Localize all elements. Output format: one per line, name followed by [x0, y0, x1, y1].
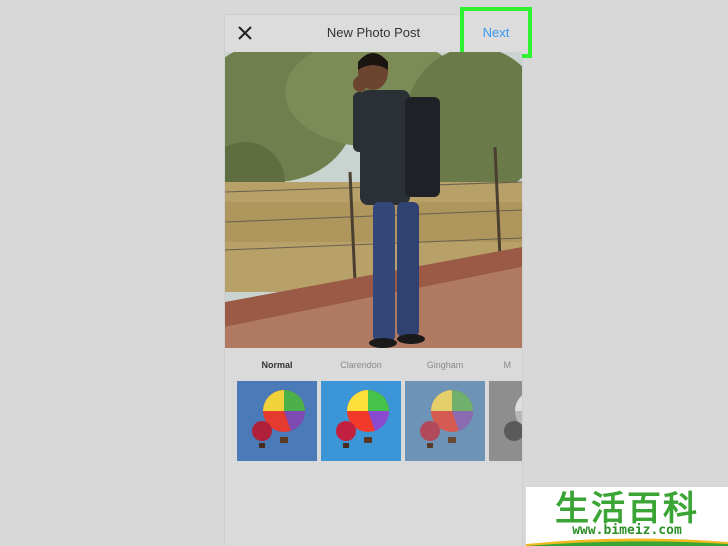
photo-preview [225, 52, 522, 348]
balloon-thumbnail [405, 381, 485, 461]
filter-thumb-partial[interactable] [489, 381, 522, 461]
balloon-thumbnail [321, 381, 401, 461]
watermark: 生活百科 www.bimeiz.com [526, 487, 728, 546]
next-button[interactable]: Next [460, 7, 532, 58]
filter-label-clarendon: Clarendon [340, 360, 382, 370]
watermark-swoosh [526, 538, 728, 546]
filter-thumb-gingham[interactable] [405, 381, 485, 461]
filter-label-gingham: Gingham [426, 360, 464, 370]
next-button-label: Next [482, 25, 510, 40]
balloon-thumbnail [489, 381, 522, 461]
filter-thumbnails [237, 381, 522, 462]
photo-post-screen: New Photo Post Next Normal Clarendon Gin… [225, 7, 532, 546]
watermark-chinese: 生活百科 [555, 488, 699, 529]
filter-labels: Normal Clarendon Gingham M [225, 360, 522, 376]
photo-illustration [225, 52, 522, 348]
filter-label-normal: Normal [261, 360, 293, 370]
balloon-thumbnail [237, 381, 317, 461]
filter-thumb-clarendon[interactable] [321, 381, 401, 461]
filter-thumb-normal[interactable] [237, 381, 317, 461]
filter-label-partial: M [503, 360, 512, 370]
